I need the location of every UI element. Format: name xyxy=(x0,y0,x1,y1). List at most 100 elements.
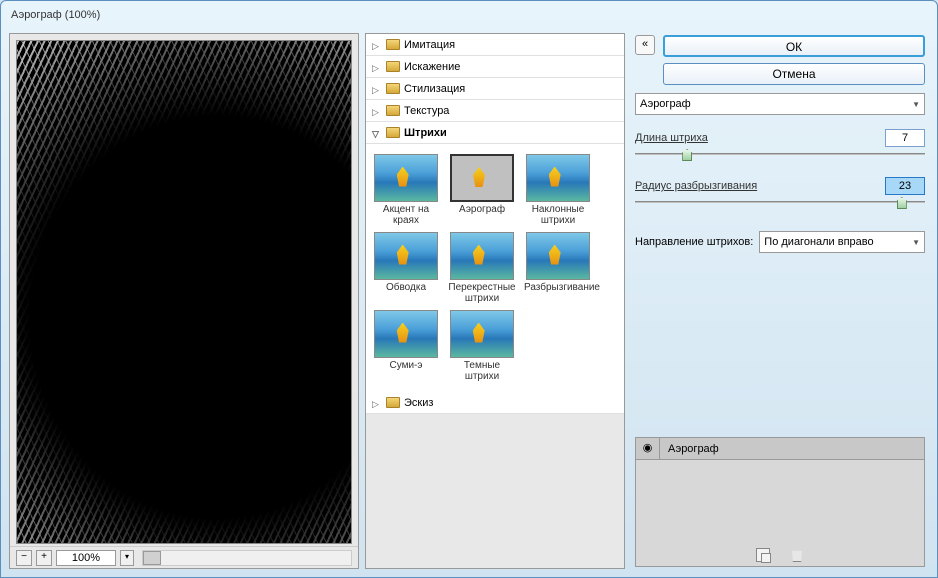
dropdown-arrow-icon: ▼ xyxy=(912,238,920,247)
chevrons-icon: « xyxy=(642,38,648,50)
tree-item-distortion[interactable]: Искажение xyxy=(366,56,624,78)
folder-icon xyxy=(386,39,400,50)
tree-label: Эскиз xyxy=(404,397,433,409)
thumb-image xyxy=(374,232,438,280)
zoom-value[interactable]: 100% xyxy=(56,550,116,566)
window-title: Аэрограф (100%) xyxy=(11,9,100,21)
thumb-airbrush[interactable]: Аэрограф xyxy=(446,152,518,228)
effect-layers-panel: ◉ Аэрограф xyxy=(635,437,925,567)
zoom-dropdown[interactable]: ▾ xyxy=(120,550,134,566)
tree-item-sketch[interactable]: Эскиз xyxy=(366,392,624,414)
filter-tree-bottom: Эскиз xyxy=(366,392,624,414)
thumb-image xyxy=(526,232,590,280)
ok-button[interactable]: ОК xyxy=(663,35,925,57)
thumb-label: Обводка xyxy=(372,282,440,304)
thumb-dark-strokes[interactable]: Темные штрихи xyxy=(446,308,518,384)
direction-select[interactable]: По диагонали вправо ▼ xyxy=(759,231,925,253)
filter-select[interactable]: Аэрограф ▼ xyxy=(635,93,925,115)
thumb-image xyxy=(450,310,514,358)
cancel-button[interactable]: Отмена xyxy=(663,63,925,85)
folder-icon xyxy=(386,83,400,94)
preview-controls: − + 100% ▾ xyxy=(10,546,358,568)
param-stroke-length: Длина штриха xyxy=(635,123,925,163)
tree-label: Стилизация xyxy=(404,83,465,95)
layers-body xyxy=(636,460,924,544)
visibility-toggle[interactable]: ◉ xyxy=(636,438,660,459)
filter-select-value: Аэрограф xyxy=(640,98,912,110)
dropdown-arrow-icon: ▼ xyxy=(912,100,920,109)
thumb-sumie[interactable]: Суми-э xyxy=(370,308,442,384)
preview-hscrollbar[interactable] xyxy=(142,550,352,566)
thumb-image xyxy=(526,154,590,202)
stroke-length-input[interactable] xyxy=(885,129,925,147)
tree-item-stylization[interactable]: Стилизация xyxy=(366,78,624,100)
chevron-right-icon xyxy=(372,62,382,72)
folder-icon xyxy=(386,105,400,116)
layers-footer xyxy=(636,544,924,566)
thumb-label: Темные штрихи xyxy=(448,360,516,382)
chevron-down-icon xyxy=(372,128,382,138)
direction-label: Направление штрихов: xyxy=(635,236,753,248)
param-spray-radius: Радиус разбрызгивания xyxy=(635,171,925,211)
thumb-label: Акцент на краях xyxy=(372,204,440,226)
preview-area[interactable] xyxy=(16,40,352,544)
tree-item-imitation[interactable]: Имитация xyxy=(366,34,624,56)
filter-tree: Имитация Искажение Стилизация Текстура xyxy=(366,34,624,144)
settings-panel: « ОК Отмена Аэрограф ▼ Длина штриха xyxy=(631,33,929,569)
button-column: ОК Отмена xyxy=(663,35,925,85)
tree-label: Штрихи xyxy=(404,127,447,139)
chevron-right-icon xyxy=(372,40,382,50)
thumb-label: Разбрызгивание xyxy=(524,282,592,304)
content: − + 100% ▾ Имитация Искаже xyxy=(1,29,937,577)
zoom-in-button[interactable]: + xyxy=(36,550,52,566)
folder-icon xyxy=(386,61,400,72)
layer-name: Аэрограф xyxy=(660,443,924,455)
param-label: Длина штриха xyxy=(635,132,877,144)
folder-icon xyxy=(386,397,400,408)
top-buttons: « ОК Отмена xyxy=(635,35,925,85)
thumb-label: Суми-э xyxy=(372,360,440,382)
tree-label: Имитация xyxy=(404,39,455,51)
param-direction: Направление штрихов: По диагонали вправо… xyxy=(635,231,925,253)
tree-item-texture[interactable]: Текстура xyxy=(366,100,624,122)
thumb-crosshatch[interactable]: Перекрестные штрихи xyxy=(446,230,518,306)
folder-icon xyxy=(386,127,400,138)
collapse-button[interactable]: « xyxy=(635,35,655,55)
filter-thumbnails: Акцент на краях Аэрограф Наклонные штрих… xyxy=(366,144,624,392)
tree-label: Искажение xyxy=(404,61,460,73)
zoom-out-button[interactable]: − xyxy=(16,550,32,566)
chevron-right-icon xyxy=(372,84,382,94)
titlebar[interactable]: Аэрограф (100%) xyxy=(1,1,937,29)
thumb-label: Перекрестные штрихи xyxy=(448,282,516,304)
thumb-label: Аэрограф xyxy=(448,204,516,226)
spray-radius-input[interactable] xyxy=(885,177,925,195)
chevron-right-icon xyxy=(372,398,382,408)
preview-image xyxy=(17,41,351,543)
thumb-image xyxy=(450,232,514,280)
slider-track xyxy=(635,201,925,203)
param-label: Радиус разбрызгивания xyxy=(635,180,877,192)
thumb-accent-edges[interactable]: Акцент на краях xyxy=(370,152,442,228)
preview-panel: − + 100% ▾ xyxy=(9,33,359,569)
thumb-image xyxy=(374,154,438,202)
thumb-angled-strokes[interactable]: Наклонные штрихи xyxy=(522,152,594,228)
hscroll-thumb[interactable] xyxy=(143,551,161,565)
tree-item-strokes[interactable]: Штрихи xyxy=(366,122,624,144)
chevron-right-icon xyxy=(372,106,382,116)
new-layer-icon[interactable] xyxy=(756,548,770,562)
filter-browser: Имитация Искажение Стилизация Текстура xyxy=(365,33,625,569)
thumb-label: Наклонные штрихи xyxy=(524,204,592,226)
thumb-outline[interactable]: Обводка xyxy=(370,230,442,306)
spray-radius-slider[interactable] xyxy=(635,197,925,211)
thumb-spatter[interactable]: Разбрызгивание xyxy=(522,230,594,306)
slider-thumb[interactable] xyxy=(897,197,907,209)
direction-select-value: По диагонали вправо xyxy=(764,236,912,248)
tree-label: Текстура xyxy=(404,105,449,117)
eye-icon: ◉ xyxy=(643,442,653,454)
stroke-length-slider[interactable] xyxy=(635,149,925,163)
layer-row[interactable]: ◉ Аэрограф xyxy=(636,438,924,460)
delete-layer-icon[interactable] xyxy=(790,548,804,562)
slider-thumb[interactable] xyxy=(682,149,692,161)
thumb-image xyxy=(450,154,514,202)
dialog-window: Аэрограф (100%) − + 100% ▾ xyxy=(0,0,938,578)
